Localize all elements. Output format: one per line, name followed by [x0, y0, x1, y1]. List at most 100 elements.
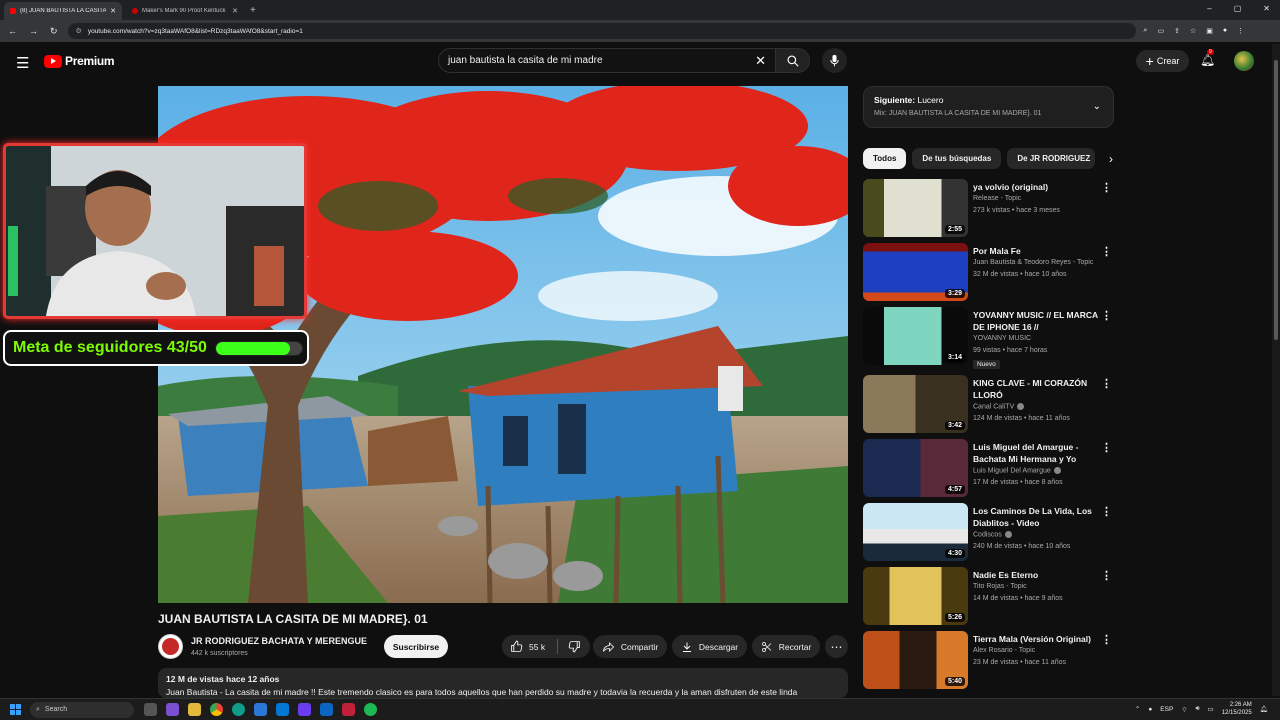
- file-explorer-icon[interactable]: [188, 703, 201, 716]
- video-title[interactable]: Tierra Mala (Versión Original): [973, 633, 1099, 645]
- search-input[interactable]: juan bautista la casita de mi madre ✕: [438, 48, 776, 73]
- account-avatar[interactable]: [1234, 51, 1254, 71]
- up-next-mix-panel[interactable]: Siguiente: Lucero Mix: JUAN BAUTISTA LA …: [863, 86, 1114, 128]
- clip-button[interactable]: Recortar: [752, 635, 820, 658]
- list-item[interactable]: 4:30 Los Caminos De La Vida, Los Diablit…: [863, 503, 1118, 561]
- video-thumbnail[interactable]: 5:26: [863, 567, 968, 625]
- channel-name[interactable]: Juan Bautista & Teodoro Reyes - Topic: [973, 259, 1093, 266]
- notifications-bell-icon[interactable]: 🔔︎: [1260, 705, 1268, 713]
- cast-icon[interactable]: ▭: [1157, 27, 1164, 35]
- copilot-icon[interactable]: [166, 703, 179, 716]
- video-thumbnail[interactable]: 4:30: [863, 503, 968, 561]
- wifi-icon[interactable]: ⌔: [1181, 705, 1187, 714]
- chevron-right-icon[interactable]: ›: [1109, 152, 1113, 166]
- list-item[interactable]: 2:55 ya volvio (original) Release - Topi…: [863, 179, 1118, 237]
- video-title[interactable]: Por Mala Fe: [973, 245, 1099, 257]
- video-title[interactable]: Nadie Es Eterno: [973, 569, 1099, 581]
- download-button[interactable]: Descargar: [672, 635, 747, 658]
- browser-menu-icon[interactable]: ⋮: [1237, 27, 1244, 35]
- subscribe-button[interactable]: Suscribirse: [384, 635, 448, 658]
- more-vertical-icon[interactable]: ⋮: [1101, 505, 1112, 518]
- back-icon[interactable]: ←: [8, 26, 17, 37]
- description-box[interactable]: 12 M de vistas hace 12 años Juan Bautist…: [158, 668, 848, 698]
- reload-icon[interactable]: ↻: [50, 26, 58, 37]
- mail-icon[interactable]: [276, 703, 289, 716]
- channel-name[interactable]: Release - Topic: [973, 195, 1021, 202]
- scrollbar-thumb[interactable]: [1274, 60, 1278, 340]
- chip-from-searches[interactable]: De tus búsquedas: [912, 148, 1002, 169]
- tray-chevron-icon[interactable]: ⌃: [1135, 705, 1140, 713]
- chip-from-channel[interactable]: De JR RODRIGUEZ: [1007, 148, 1095, 169]
- battery-icon[interactable]: ▭: [1208, 705, 1214, 713]
- discord-icon[interactable]: [298, 703, 311, 716]
- chip-all[interactable]: Todos: [863, 148, 907, 169]
- notifications-button[interactable]: 🔔︎ 9: [1200, 49, 1215, 67]
- windows-start-icon[interactable]: [10, 704, 21, 715]
- forward-icon[interactable]: →: [29, 26, 38, 37]
- minimize-icon[interactable]: –: [1207, 4, 1211, 13]
- task-view-icon[interactable]: [144, 703, 157, 716]
- list-item[interactable]: 3:42 KING CLAVE - MI CORAZÓN LLORÓ Canal…: [863, 375, 1118, 433]
- youtube-logo[interactable]: Premium: [44, 54, 115, 68]
- bookmark-star-icon[interactable]: ☆: [1190, 27, 1196, 35]
- video-title[interactable]: ya volvio (original): [973, 181, 1099, 193]
- maximize-icon[interactable]: ▢: [1234, 4, 1242, 13]
- zoom-icon[interactable]: ⌕: [1144, 27, 1148, 35]
- channel-name[interactable]: Canal CaliTV: [973, 403, 1025, 410]
- list-item[interactable]: 3:29 Por Mala Fe Juan Bautista & Teodoro…: [863, 243, 1118, 301]
- video-thumbnail[interactable]: 2:55: [863, 179, 968, 237]
- channel-name[interactable]: Luis Miguel Del Amargue: [973, 467, 1061, 474]
- hamburger-menu-icon[interactable]: ☰: [16, 54, 29, 72]
- chevron-down-icon[interactable]: ⌄: [1093, 101, 1101, 112]
- volume-icon[interactable]: 🔊︎: [1195, 705, 1199, 713]
- channel-name[interactable]: JR RODRIGUEZ BACHATA Y MERENGUE: [191, 636, 367, 646]
- video-thumbnail[interactable]: 3:42: [863, 375, 968, 433]
- more-vertical-icon[interactable]: ⋮: [1101, 181, 1112, 194]
- voice-search-button[interactable]: [822, 48, 847, 73]
- dislike-button[interactable]: [568, 640, 581, 653]
- edge-icon[interactable]: [232, 703, 245, 716]
- list-item[interactable]: 3:14 YOVANNY MUSIC // EL MARCA DE IPHONE…: [863, 307, 1118, 369]
- clear-search-icon[interactable]: ✕: [755, 53, 766, 69]
- url-field[interactable]: ⚙ youtube.com/watch?v=zq3taaWAfO8&list=R…: [67, 23, 1136, 39]
- like-button[interactable]: 55 k: [510, 640, 545, 653]
- channel-name[interactable]: Tito Rojas - Topic: [973, 583, 1027, 590]
- more-vertical-icon[interactable]: ⋮: [1101, 377, 1112, 390]
- channel-name[interactable]: Codiscos: [973, 531, 1012, 538]
- video-title[interactable]: KING CLAVE - MI CORAZÓN LLORÓ: [973, 377, 1099, 401]
- profile-icon[interactable]: ●: [1223, 27, 1227, 35]
- taskbar-search[interactable]: ⌕ Search: [30, 701, 134, 718]
- share-button[interactable]: Compartir: [593, 635, 667, 658]
- site-info-icon[interactable]: ⚙: [76, 27, 82, 35]
- extensions-icon[interactable]: ▣: [1206, 27, 1213, 35]
- video-title[interactable]: Luis Miguel del Amargue - Bachata Mi Her…: [973, 441, 1099, 465]
- close-tab-icon[interactable]: ✕: [232, 7, 238, 15]
- more-vertical-icon[interactable]: ⋮: [1101, 569, 1112, 582]
- channel-name[interactable]: Alex Rosario - Topic: [973, 647, 1035, 654]
- create-button[interactable]: + Crear: [1136, 50, 1189, 72]
- share-page-icon[interactable]: ⇪: [1174, 27, 1180, 35]
- chrome-icon[interactable]: [210, 703, 223, 716]
- teams-icon[interactable]: [320, 703, 333, 716]
- close-window-icon[interactable]: ✕: [1263, 4, 1270, 13]
- language-indicator[interactable]: ESP: [1160, 706, 1173, 713]
- video-thumbnail[interactable]: 5:40: [863, 631, 968, 689]
- list-item[interactable]: 4:57 Luis Miguel del Amargue - Bachata M…: [863, 439, 1118, 497]
- video-thumbnail[interactable]: 3:14: [863, 307, 968, 365]
- more-vertical-icon[interactable]: ⋮: [1101, 245, 1112, 258]
- app-icon[interactable]: [342, 703, 355, 716]
- browser-tab-youtube[interactable]: (8) JUAN BAUTISTA LA CASITA I ✕: [4, 2, 122, 20]
- list-item[interactable]: 5:26 Nadie Es Eterno Tito Rojas - Topic …: [863, 567, 1118, 625]
- search-button[interactable]: [775, 48, 810, 73]
- obs-icon[interactable]: [364, 703, 377, 716]
- video-thumbnail[interactable]: 3:29: [863, 243, 968, 301]
- more-actions-button[interactable]: ⋯: [825, 635, 848, 658]
- more-vertical-icon[interactable]: ⋮: [1101, 633, 1112, 646]
- video-title[interactable]: YOVANNY MUSIC // EL MARCA DE IPHONE 16 /…: [973, 309, 1099, 333]
- tray-app-icon[interactable]: ●: [1148, 706, 1152, 713]
- store-icon[interactable]: [254, 703, 267, 716]
- browser-tab-makers-mark[interactable]: Maker's Mark 90 Proof Kentuck ✕: [126, 2, 244, 20]
- channel-name[interactable]: YOVANNY MUSIC: [973, 335, 1031, 342]
- list-item[interactable]: 5:40 Tierra Mala (Versión Original) Alex…: [863, 631, 1118, 689]
- channel-avatar[interactable]: [158, 634, 183, 659]
